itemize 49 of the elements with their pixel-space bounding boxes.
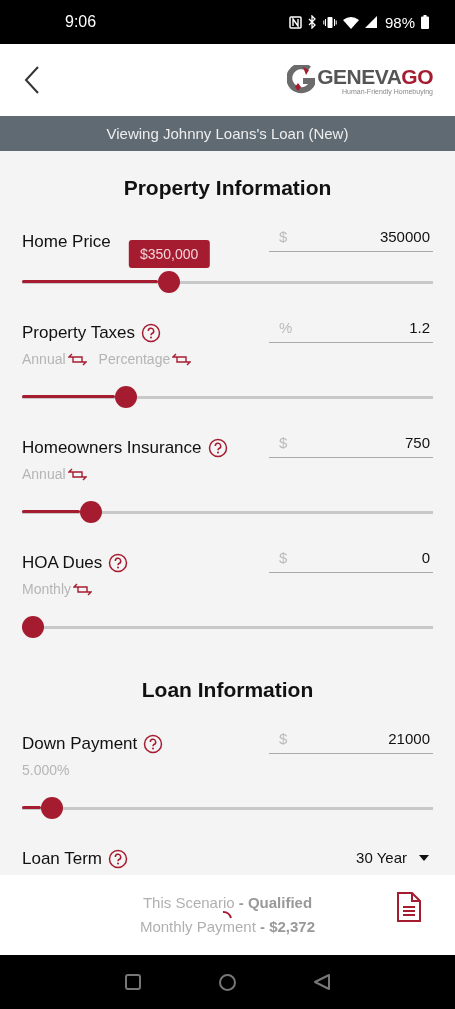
help-icon[interactable] <box>108 553 129 573</box>
bluetooth-icon <box>307 15 317 29</box>
input-field[interactable]: $ 21000 <box>269 724 433 754</box>
swap-icon <box>67 352 87 366</box>
section-title: Loan Information <box>140 677 315 703</box>
term-dropdown[interactable]: 30 Year <box>356 845 433 866</box>
field-label: Homeowners Insurance <box>22 438 202 458</box>
input-field[interactable]: $ 350000 <box>269 222 433 252</box>
vibrate-icon <box>322 15 337 29</box>
help-icon[interactable] <box>207 438 228 458</box>
field-label: Property Taxes <box>22 323 136 343</box>
field-label: HOA Dues <box>22 553 103 573</box>
loan-banner: Viewing Johnny Loans's Loan (New) <box>0 116 455 151</box>
help-icon[interactable] <box>143 734 164 754</box>
home-icon[interactable] <box>218 972 237 992</box>
input-field[interactable]: $ 750 <box>269 428 433 458</box>
help-icon[interactable] <box>108 849 128 869</box>
percent-note: 5.000% <box>22 762 70 778</box>
field-label: Down Payment <box>22 734 138 754</box>
input-field[interactable]: $ 0 <box>269 543 433 573</box>
wifi-icon <box>342 15 359 29</box>
signal-icon <box>364 16 377 28</box>
status-time: 9:06 <box>65 13 97 31</box>
input-field[interactable]: % 1.2 <box>269 313 433 343</box>
document-icon[interactable] <box>396 891 422 923</box>
slider-thumb[interactable] <box>115 386 138 408</box>
slider-thumb[interactable] <box>158 271 181 293</box>
caret-icon <box>419 854 429 861</box>
battery-icon <box>421 15 429 29</box>
logo-wordmark: GENEVAGO <box>317 65 433 88</box>
back-nav-icon[interactable] <box>313 973 331 991</box>
section-title: Property Information <box>122 175 333 201</box>
slider-thumb[interactable] <box>22 616 44 638</box>
spinner-icon <box>222 911 232 919</box>
recents-icon[interactable] <box>124 973 142 991</box>
swap-icon <box>172 352 192 366</box>
scenario-status: This Scenario - Qualified <box>142 895 313 911</box>
field-label: Loan Term <box>22 849 102 869</box>
monthly-payment: Monthly Payment - $2,372 <box>139 919 316 935</box>
slider-thumb[interactable] <box>41 797 64 819</box>
battery-percent: 98% <box>384 13 415 31</box>
nfc-icon <box>288 15 302 29</box>
swap-icon <box>67 467 87 481</box>
value-tooltip: $350,000 <box>128 240 210 268</box>
back-icon[interactable] <box>24 66 40 94</box>
help-icon[interactable] <box>141 323 162 343</box>
slider-thumb[interactable] <box>80 501 103 523</box>
swap-icon <box>73 582 93 596</box>
logo-mark-icon <box>287 65 316 95</box>
